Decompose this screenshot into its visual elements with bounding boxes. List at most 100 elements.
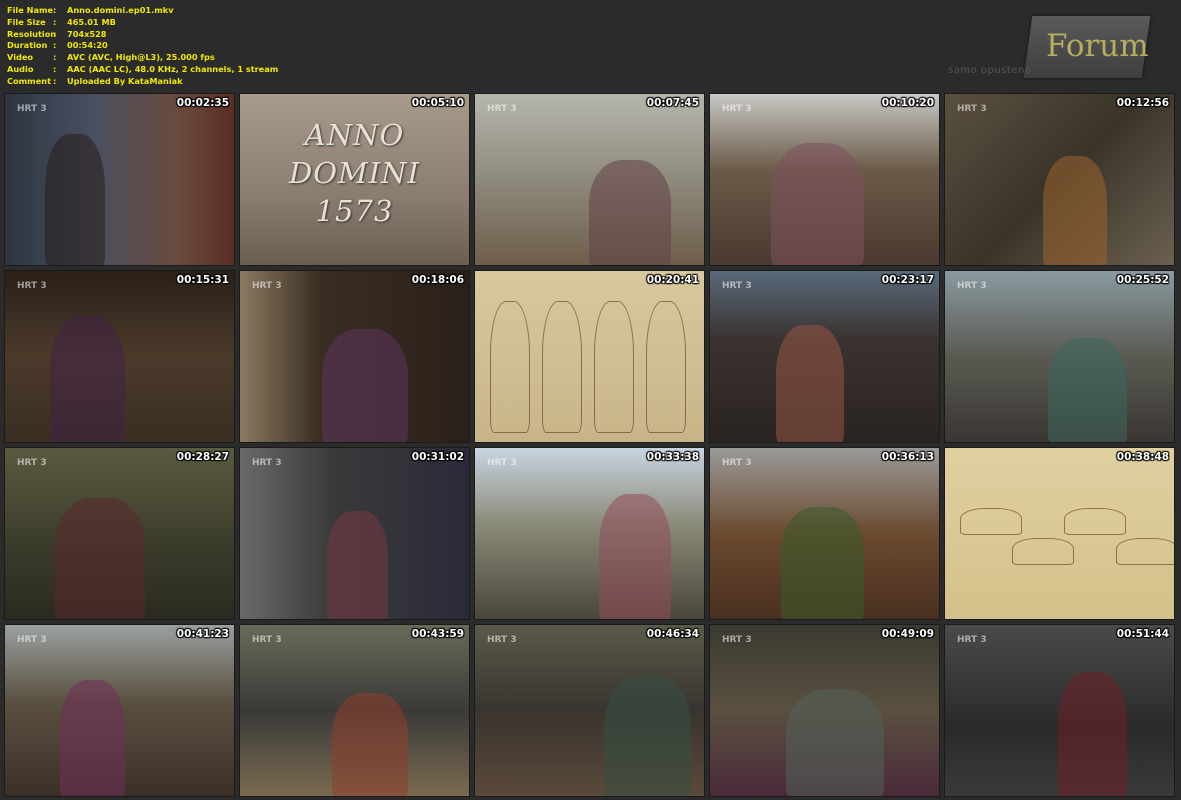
channel-logo: HRT 3 — [957, 104, 987, 114]
sketch-figure — [490, 301, 530, 433]
scene-figure — [786, 689, 884, 796]
info-value: Anno.domini.ep01.mkv — [67, 5, 174, 15]
scene-figure — [604, 676, 691, 796]
info-separator: : — [53, 63, 57, 74]
channel-logo: HRT 3 — [722, 281, 752, 291]
video-thumbnail: HRT 3 00:12:56 — [944, 93, 1175, 266]
channel-logo: HRT 3 — [17, 458, 47, 468]
forum-logo: Forum samo opusteno — [918, 10, 1151, 84]
scene-figure — [1048, 338, 1127, 442]
video-thumbnail: HRT 3 00:02:35 — [4, 93, 235, 266]
scene-figure — [55, 498, 145, 619]
video-thumbnail: HRT 3 00:25:52 — [944, 270, 1175, 443]
info-row: Audio: AAC (AAC LC), 48.0 KHz, 2 channels… — [7, 64, 278, 76]
video-thumbnail: HRT 3 00:43:59 — [239, 624, 470, 797]
video-thumbnail: 00:20:41 — [474, 270, 705, 443]
info-key: Audio — [7, 63, 34, 74]
scene-figure — [589, 160, 671, 265]
info-separator: : — [53, 52, 57, 63]
info-separator: : — [53, 40, 57, 51]
timestamp: 00:15:31 — [176, 274, 229, 286]
title-card-line: DOMINI — [288, 156, 420, 190]
video-thumbnail: HRT 3 00:51:44 — [944, 624, 1175, 797]
channel-logo: HRT 3 — [17, 281, 47, 291]
channel-logo: HRT 3 — [17, 635, 47, 645]
timestamp: 00:05:10 — [411, 97, 464, 109]
timestamp: 00:51:44 — [1116, 628, 1169, 640]
timestamp: 00:10:20 — [881, 97, 934, 109]
timestamp: 00:49:09 — [881, 628, 934, 640]
timestamp: 00:18:06 — [411, 274, 464, 286]
info-key: Comment — [7, 75, 51, 86]
timestamp: 00:20:41 — [646, 274, 699, 286]
timestamp: 00:02:35 — [176, 97, 229, 109]
info-row: Video: AVC (AVC, High@L3), 25.000 fps — [7, 52, 278, 64]
scene-figure — [50, 316, 125, 442]
info-separator: : — [53, 5, 57, 15]
scene-figure — [1043, 156, 1107, 265]
sketch-figure — [960, 508, 1022, 535]
video-thumbnail: HRT 3 00:18:06 — [239, 270, 470, 443]
info-row: File Size:465.01 MB — [7, 17, 278, 29]
info-separator: : — [53, 75, 57, 86]
video-thumbnail: HRT 3 00:07:45 — [474, 93, 705, 266]
logo-word: Forum — [1046, 28, 1149, 64]
timestamp: 00:33:38 — [646, 451, 699, 463]
timestamp: 00:23:17 — [881, 274, 934, 286]
title-card-line: ANNO — [304, 118, 405, 152]
sketch-figure — [646, 301, 686, 433]
sketch-figure — [1064, 508, 1126, 535]
info-key: Resolution — [7, 28, 57, 39]
info-value: 704x528 — [67, 28, 107, 39]
info-separator: : — [53, 28, 57, 39]
sketch-figure — [542, 301, 582, 433]
scene-figure — [332, 693, 408, 796]
info-key: File Name — [7, 5, 54, 15]
channel-logo: HRT 3 — [487, 635, 517, 645]
info-value: 00:54:20 — [67, 40, 108, 51]
logo-tagline: samo opusteno — [948, 65, 1032, 76]
scene-figure — [599, 494, 671, 619]
channel-logo: HRT 3 — [17, 104, 47, 114]
timestamp: 00:25:52 — [1116, 274, 1169, 286]
sketch-figure — [1116, 538, 1174, 565]
video-thumbnail: HRT 3 00:49:09 — [709, 624, 940, 797]
channel-logo: HRT 3 — [252, 458, 282, 468]
info-value: AAC (AAC LC), 48.0 KHz, 2 channels, 1 st… — [67, 63, 279, 74]
file-info-panel: File Name: Anno.domini.ep01.mkv File Size:… — [7, 5, 278, 88]
channel-logo: HRT 3 — [487, 104, 517, 114]
timestamp: 00:36:13 — [881, 451, 934, 463]
sketch-figure — [594, 301, 634, 433]
channel-logo: HRT 3 — [722, 104, 752, 114]
video-thumbnail: 00:38:48 — [944, 447, 1175, 620]
info-row: File Name: Anno.domini.ep01.mkv — [7, 5, 278, 17]
info-value: Uploaded By KataManiak — [67, 75, 183, 86]
sketch-figure — [1012, 538, 1074, 565]
channel-logo: HRT 3 — [252, 281, 282, 291]
timestamp: 00:28:27 — [176, 451, 229, 463]
video-thumbnail: HRT 3 00:23:17 — [709, 270, 940, 443]
timestamp: 00:07:45 — [646, 97, 699, 109]
channel-logo: HRT 3 — [722, 458, 752, 468]
channel-logo: HRT 3 — [957, 281, 987, 291]
timestamp: 00:12:56 — [1116, 97, 1169, 109]
scene-figure — [1058, 672, 1127, 796]
scene-figure — [45, 134, 105, 265]
video-thumbnail: HRT 3 00:33:38 — [474, 447, 705, 620]
video-thumbnail: HRT 3 00:41:23 — [4, 624, 235, 797]
info-separator: : — [53, 16, 57, 27]
scene-figure — [776, 325, 844, 442]
scene-figure — [322, 329, 408, 442]
video-thumbnail: HRT 3 00:36:13 — [709, 447, 940, 620]
info-value: AVC (AVC, High@L3), 25.000 fps — [67, 52, 215, 63]
video-thumbnail: HRT 3 00:15:31 — [4, 270, 235, 443]
info-value: 465.01 MB — [67, 16, 116, 27]
video-thumbnail: HRT 3 00:10:20 — [709, 93, 940, 266]
info-row: Comment: Uploaded By KataManiak — [7, 76, 278, 88]
channel-logo: HRT 3 — [487, 458, 517, 468]
info-key: Video — [7, 52, 34, 63]
channel-logo: HRT 3 — [252, 635, 282, 645]
timestamp: 00:43:59 — [411, 628, 464, 640]
info-row: Duration:00:54:20 — [7, 40, 278, 52]
channel-logo: HRT 3 — [722, 635, 752, 645]
